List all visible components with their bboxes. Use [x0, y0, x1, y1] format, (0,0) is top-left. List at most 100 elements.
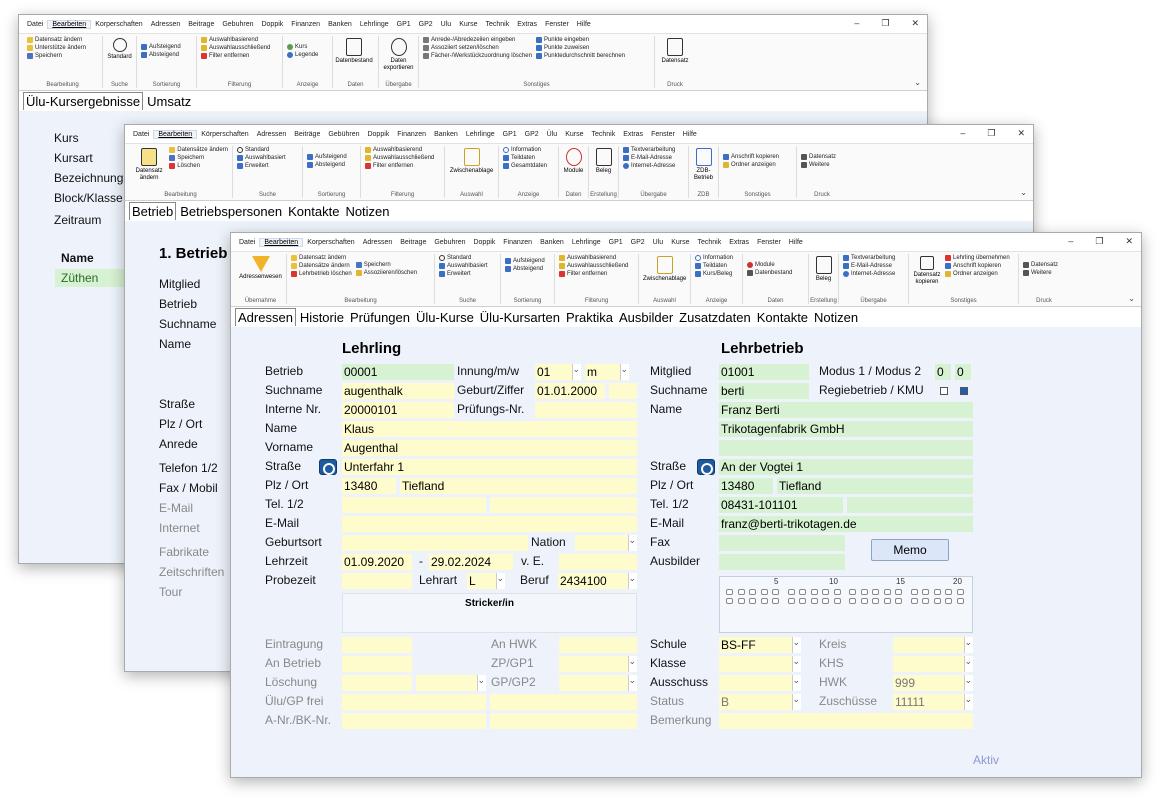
menu-item[interactable]: Kurse: [667, 239, 693, 246]
menu-item[interactable]: GP1: [499, 131, 521, 138]
ausbilder-checkbox[interactable]: [922, 589, 929, 595]
menu-item[interactable]: Datei: [23, 21, 47, 28]
ribbon-button[interactable]: Speichern: [27, 53, 86, 59]
ausschuss-select[interactable]: [719, 675, 801, 691]
email-field[interactable]: [342, 516, 637, 532]
menu-item[interactable]: Adressen: [147, 21, 185, 28]
edit-record-button[interactable]: Datensatz ändern: [133, 146, 165, 198]
ribbon-button[interactable]: Information: [503, 147, 547, 153]
strasse-field[interactable]: Unterfahr 1: [342, 459, 637, 475]
route-icon[interactable]: [697, 459, 715, 475]
menu-item[interactable]: Finanzen: [393, 131, 430, 138]
tab-pruefungen[interactable]: Prüfungen: [348, 309, 412, 326]
filter-button[interactable]: Filter entfernen: [365, 163, 434, 169]
tab-ausbilder[interactable]: Ausbilder: [617, 309, 675, 326]
tab-kontakte[interactable]: Kontakte: [755, 309, 810, 326]
menu-item[interactable]: Lehrlinge: [568, 239, 605, 246]
menu-item[interactable]: Ulu: [649, 239, 668, 246]
ribbon-button[interactable]: Kurs: [287, 44, 318, 50]
clipboard-button[interactable]: Zwischenablage: [449, 146, 494, 198]
ribbon-button[interactable]: Datensatz ändern: [27, 37, 86, 43]
tel1-field[interactable]: [342, 497, 486, 513]
ribbon-button[interactable]: Auswahlbasiert: [237, 155, 286, 161]
menu-item[interactable]: Körperschaften: [197, 131, 252, 138]
ausbilder-checkbox[interactable]: [860, 589, 868, 595]
ausbilder-checkbox[interactable]: [910, 598, 918, 604]
menu-item[interactable]: Banken: [536, 239, 568, 246]
loeschung-field[interactable]: [342, 675, 412, 691]
ribbon-button[interactable]: Datensatz: [1023, 262, 1058, 268]
innung-select[interactable]: 01: [535, 364, 581, 380]
memo-button[interactable]: Memo: [871, 539, 949, 561]
ribbon-button[interactable]: Anschrift kopieren: [723, 154, 779, 160]
ort-field[interactable]: Tiefland: [400, 478, 637, 494]
sort-desc-button[interactable]: Absteigend: [505, 266, 545, 272]
sort-asc-button[interactable]: Aufsteigend: [307, 154, 347, 160]
ausbilder-checkbox[interactable]: [810, 598, 818, 604]
ribbon-button[interactable]: Lehrling übernehmen: [945, 255, 1010, 261]
tab-uelu-kursarten[interactable]: Ülu-Kursarten: [478, 309, 562, 326]
ausbilder-checkbox[interactable]: [760, 598, 768, 604]
menu-item[interactable]: Finanzen: [287, 21, 324, 28]
tab-notizen[interactable]: Notizen: [812, 309, 860, 326]
filter-button[interactable]: Auswahlbasierend: [365, 147, 434, 153]
print-button[interactable]: Datensatz: [659, 36, 691, 88]
menu-item[interactable]: Korperschaften: [303, 239, 358, 246]
ribbon-button[interactable]: Punktedurchschnitt berechnen: [535, 53, 625, 59]
ausbilder-checkbox[interactable]: [895, 589, 902, 595]
ribbon-button[interactable]: E-Mail-Adresse: [843, 263, 895, 269]
ribbon-button[interactable]: Ordner anzeigen: [723, 162, 779, 168]
lehrart-select[interactable]: L: [467, 573, 505, 589]
ribbon-button[interactable]: Standard: [439, 255, 488, 261]
sort-desc-button[interactable]: Absteigend: [307, 162, 347, 168]
sort-desc-button[interactable]: Absteigend: [141, 52, 181, 58]
klasse-select[interactable]: [719, 656, 801, 672]
an-hwk-field[interactable]: [559, 637, 637, 653]
beruf-select[interactable]: 2434100: [558, 573, 637, 589]
menu-item[interactable]: Beiträge: [290, 131, 324, 138]
beleg-button[interactable]: Beleg: [593, 146, 614, 198]
ribbon-button[interactable]: E-Mail-Adresse: [623, 155, 675, 161]
export-button[interactable]: Daten exportieren: [383, 36, 414, 88]
ausbilder-checkbox[interactable]: [956, 598, 964, 604]
uelu-gp-frei-2-field[interactable]: [490, 694, 637, 710]
menu-item[interactable]: GP2: [521, 131, 543, 138]
filter-button[interactable]: Auswahlbasierend: [201, 37, 270, 43]
menu-item[interactable]: Doppik: [469, 239, 499, 246]
ausbilder-checkbox[interactable]: [945, 589, 952, 595]
ausbilder-checkbox[interactable]: [945, 598, 952, 604]
ribbon-button[interactable]: Assoziieren/löschen: [355, 270, 417, 276]
regiebetrieb-checkbox[interactable]: [940, 387, 948, 395]
ribbon-button[interactable]: Punkte zuweisen: [535, 45, 625, 51]
filter-button[interactable]: Auswahlausschließend: [201, 45, 270, 51]
schule-select[interactable]: BS-FF: [719, 637, 801, 653]
tab-praktika[interactable]: Praktika: [564, 309, 615, 326]
sort-asc-button[interactable]: Aufsteigend: [141, 44, 181, 50]
suchname-field[interactable]: augenthalk: [342, 383, 454, 399]
zdb-button[interactable]: ZDB-Betrieb: [693, 146, 714, 198]
ribbon-button[interactable]: Löschen: [169, 163, 228, 169]
ribbon-button[interactable]: Punkte eingeben: [535, 37, 625, 43]
restore-icon[interactable]: ❐: [881, 18, 889, 29]
tel2-field[interactable]: [490, 497, 637, 513]
tab-notizen[interactable]: Notizen: [343, 203, 391, 220]
ribbon-button[interactable]: Assoziiert setzen/löschen: [423, 45, 532, 51]
restore-icon[interactable]: ❐: [1095, 236, 1103, 247]
search-button[interactable]: Standard: [107, 36, 132, 88]
menu-item[interactable]: Gebuhren: [430, 239, 469, 246]
ausbilder-checkbox[interactable]: [933, 598, 941, 604]
ribbon-button[interactable]: Lehrbetrieb löschen: [291, 271, 352, 277]
ausbilder-checkbox[interactable]: [849, 589, 856, 595]
menu-item[interactable]: Kurse: [455, 21, 481, 28]
ribbon-button[interactable]: Datensatz ändern: [291, 255, 352, 261]
ribbon-button[interactable]: Weitere: [1023, 270, 1058, 276]
ribbon-button[interactable]: Information: [695, 255, 733, 261]
menu-item[interactable]: Beitrage: [396, 239, 430, 246]
menu-item[interactable]: Beitrage: [184, 21, 218, 28]
ausbilder-checkbox[interactable]: [787, 598, 795, 604]
lehrzeit-bis-field[interactable]: 29.02.2024: [429, 554, 513, 570]
menu-item[interactable]: Kurse: [561, 131, 587, 138]
strasse-field[interactable]: An der Vogtei 1: [719, 459, 973, 475]
gp-gp2-select[interactable]: [559, 675, 637, 691]
menu-item[interactable]: Extras: [513, 21, 541, 28]
